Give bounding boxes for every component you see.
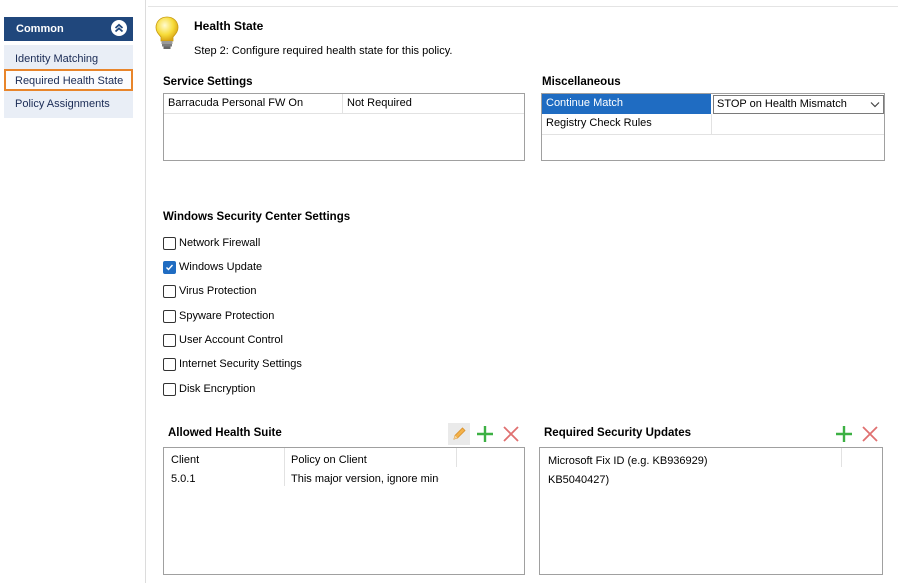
allowed-health-suite-title: Allowed Health Suite [168, 427, 282, 439]
delete-update-button[interactable] [859, 423, 881, 445]
nav-item-label: Policy Assignments [15, 98, 110, 110]
dropdown-selected-value: STOP on Health Mismatch [717, 98, 847, 110]
checkbox[interactable] [163, 285, 176, 298]
nav-item-required-health-state[interactable]: Required Health State [4, 69, 133, 91]
required-security-updates-title: Required Security Updates [544, 427, 691, 439]
page-title: Health State [194, 19, 264, 33]
plus-icon [477, 426, 493, 442]
checkbox[interactable] [163, 237, 176, 250]
checkbox-label: Virus Protection [179, 285, 257, 297]
checkbox-label: Disk Encryption [179, 383, 256, 395]
delete-button[interactable] [500, 423, 522, 445]
column-header-fix-id[interactable]: Microsoft Fix ID (e.g. KB936929) [544, 452, 840, 471]
add-update-button[interactable] [833, 423, 855, 445]
client-version-cell[interactable]: 5.0.1 [167, 470, 283, 489]
grid-column-divider [456, 448, 457, 467]
fix-id-cell[interactable]: KB5040427) [544, 471, 840, 490]
close-icon [862, 426, 878, 442]
continue-match-dropdown[interactable]: STOP on Health Mismatch [713, 95, 884, 114]
page-subtitle: Step 2: Configure required health state … [194, 45, 453, 57]
checkbox[interactable] [163, 358, 176, 371]
wsc-settings-title: Windows Security Center Settings [163, 211, 351, 223]
add-button[interactable] [474, 423, 496, 445]
miscellaneous-grid: Continue Match STOP on Health Mismatch R… [541, 93, 885, 161]
nav-item-label: Required Health State [15, 75, 124, 87]
allowed-health-suite-grid: Client Policy on Client 5.0.1 This major… [163, 447, 525, 575]
double-chevron-up-icon [114, 23, 124, 33]
lightbulb-icon [155, 16, 179, 49]
checkbox-label: Network Firewall [179, 237, 261, 249]
edit-button[interactable] [448, 423, 470, 445]
top-divider [148, 6, 898, 7]
miscellaneous-title: Miscellaneous [542, 76, 621, 88]
grid-column-divider [284, 448, 285, 486]
nav-item-identity-matching[interactable]: Identity Matching [4, 47, 133, 69]
checkbox-label: Windows Update [179, 261, 263, 273]
service-settings-title: Service Settings [163, 76, 253, 88]
service-value-cell[interactable]: Not Required [343, 94, 523, 113]
checkmark-icon [166, 264, 174, 271]
nav-header-label: Common [16, 23, 64, 35]
plus-icon [836, 426, 852, 442]
column-header-policy[interactable]: Policy on Client [287, 451, 455, 470]
checkbox-label: Internet Security Settings [179, 358, 302, 370]
pencil-icon [453, 427, 466, 440]
misc-name-cell[interactable]: Continue Match [542, 94, 711, 113]
checkbox[interactable] [163, 334, 176, 347]
checkbox-label: User Account Control [179, 334, 283, 346]
grid-row-divider [542, 134, 884, 135]
column-header-client[interactable]: Client [167, 451, 283, 470]
checkbox[interactable] [163, 383, 176, 396]
service-settings-grid: Barracuda Personal FW On Not Required [163, 93, 525, 161]
checkbox[interactable] [163, 261, 176, 274]
nav-list: Identity Matching Required Health State … [4, 45, 133, 118]
grid-column-divider [841, 448, 842, 467]
policy-on-client-cell[interactable]: This major version, ignore minor [287, 470, 439, 489]
misc-name-cell[interactable]: Registry Check Rules [542, 114, 711, 133]
collapse-section-button[interactable] [111, 20, 127, 36]
checkbox-label: Spyware Protection [179, 310, 275, 322]
chevron-down-icon [870, 102, 880, 108]
checkbox[interactable] [163, 310, 176, 323]
close-icon [503, 426, 519, 442]
misc-value-cell[interactable] [712, 114, 884, 133]
service-name-cell[interactable]: Barracuda Personal FW On [164, 94, 342, 113]
nav-item-policy-assignments[interactable]: Policy Assignments [4, 92, 133, 114]
nav-section-header-common[interactable]: Common [4, 17, 133, 41]
required-security-updates-grid: Microsoft Fix ID (e.g. KB936929) KB50404… [539, 447, 883, 575]
grid-row-divider [164, 113, 524, 114]
nav-item-label: Identity Matching [15, 53, 99, 65]
